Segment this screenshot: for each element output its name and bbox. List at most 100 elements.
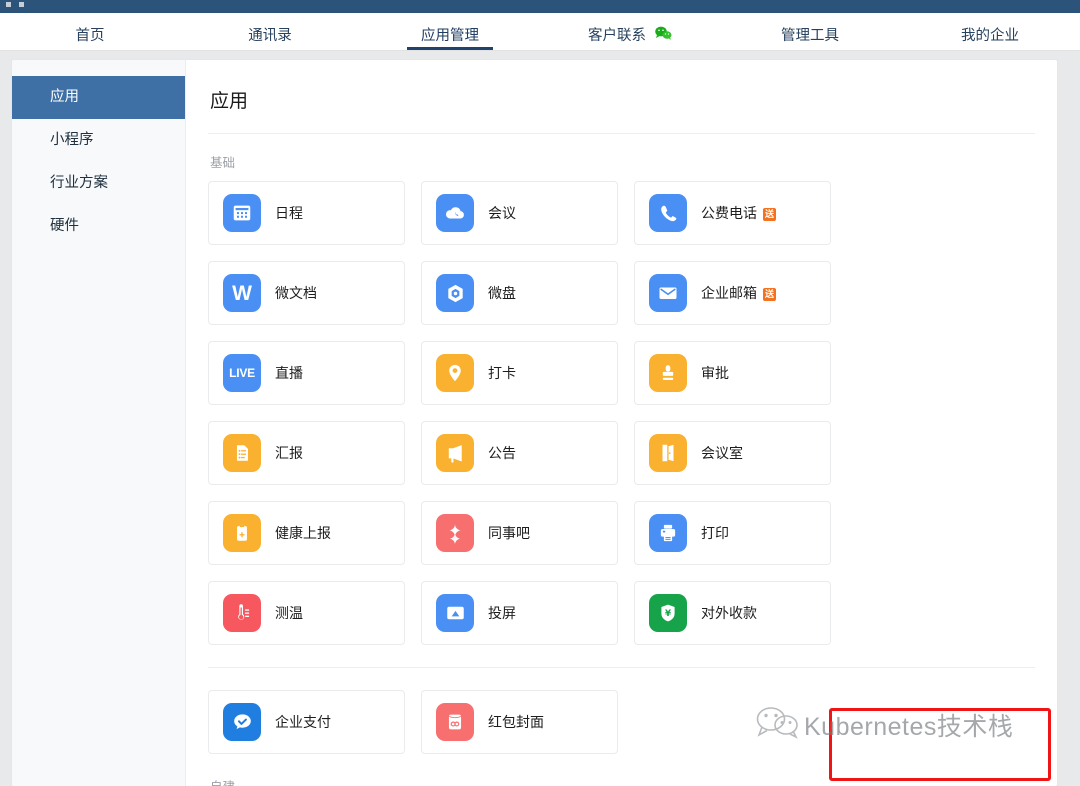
nav-tab-customer-contact[interactable]: 客户联系 [540,13,720,50]
app-card-external-payment[interactable]: ¥ 对外收款 [634,581,831,645]
app-grid-payments: 企业支付 红包封面 [208,690,1035,754]
stamp-icon [649,354,687,392]
app-name: 打卡 [488,363,516,383]
sidebar-item-apps[interactable]: 应用 [12,76,185,119]
printer-icon [649,514,687,552]
sidebar-item-label: 应用 [50,89,79,105]
report-icon [223,434,261,472]
colleague-icon [436,514,474,552]
disk-icon [436,274,474,312]
app-name: 会议 [488,203,516,223]
nav-tab-label: 首页 [76,24,105,45]
wechat-pay-icon [223,703,261,741]
thermometer-icon [223,594,261,632]
app-grid-basic: 日程 会议 公费电话 送 [208,181,1035,645]
shield-yuan-icon: ¥ [649,594,687,632]
calendar-icon [223,194,261,232]
sidebar-item-label: 硬件 [50,218,79,234]
app-name: 公告 [488,443,516,463]
nav-tabs: 首页 通讯录 应用管理 客户联系 [0,13,1080,50]
page-title: 应用 [208,60,1035,133]
app-name: 审批 [701,363,729,383]
nav-tab-home[interactable]: 首页 [0,13,180,50]
window-controls [6,2,24,7]
window-title-bar [0,0,1080,13]
app-card-company-phone[interactable]: 公费电话 送 [634,181,831,245]
app-name: 日程 [275,203,303,223]
nav-tab-label: 客户联系 [588,24,646,45]
app-name: 对外收款 [701,603,757,623]
app-name: 企业支付 [275,712,331,732]
app-card-announcement[interactable]: 公告 [421,421,618,485]
app-card-redpacket-cover[interactable]: 红包封面 [421,690,618,754]
app-card-report[interactable]: 汇报 [208,421,405,485]
nav-tab-contacts[interactable]: 通讯录 [180,13,360,50]
page-body: 应用 小程序 行业方案 硬件 应用 基础 [0,51,1080,781]
app-card-wedoc[interactable]: W 微文档 [208,261,405,325]
app-name: 微盘 [488,283,516,303]
gift-badge: 送 [763,288,776,301]
sidebar: 应用 小程序 行业方案 硬件 [12,60,186,786]
content-shell: 应用 小程序 行业方案 硬件 应用 基础 [12,60,1057,786]
main-content: 应用 基础 日程 会议 [186,60,1057,786]
app-name: 企业邮箱 送 [701,283,776,303]
app-card-enterprise-mail[interactable]: 企业邮箱 送 [634,261,831,325]
app-card-health-report[interactable]: 健康上报 [208,501,405,565]
wechat-icon [655,26,672,44]
app-name: 测温 [275,603,303,623]
app-card-meeting-room[interactable]: 会议室 [634,421,831,485]
sidebar-item-label: 小程序 [50,132,94,148]
live-icon: LIVE [223,354,261,392]
phone-icon [649,194,687,232]
cloud-phone-icon [436,194,474,232]
nav-tab-label: 应用管理 [421,24,479,45]
w-doc-icon: W [223,274,261,312]
app-name: 公费电话 送 [701,203,776,223]
app-card-colleague-bar[interactable]: 同事吧 [421,501,618,565]
svg-text:¥: ¥ [665,609,671,619]
group-divider [208,667,1035,668]
sidebar-item-miniprograms[interactable]: 小程序 [12,119,185,162]
gift-badge: 送 [763,208,776,221]
app-name: 微文档 [275,283,317,303]
nav-tab-my-enterprise[interactable]: 我的企业 [900,13,1080,50]
megaphone-icon [436,434,474,472]
app-name: 汇报 [275,443,303,463]
nav-tab-label: 我的企业 [961,24,1019,45]
door-icon [649,434,687,472]
cast-icon [436,594,474,632]
app-card-print[interactable]: 打印 [634,501,831,565]
health-icon [223,514,261,552]
nav-tab-admin-tools[interactable]: 管理工具 [720,13,900,50]
app-name: 同事吧 [488,523,530,543]
app-name: 健康上报 [275,523,331,543]
app-card-meeting[interactable]: 会议 [421,181,618,245]
app-name: 直播 [275,363,303,383]
group-label-basic: 基础 [208,134,1035,181]
app-card-approval[interactable]: 审批 [634,341,831,405]
w-letter: W [232,283,252,304]
app-card-wedrive[interactable]: 微盘 [421,261,618,325]
app-card-checkin[interactable]: 打卡 [421,341,618,405]
nav-tab-label: 管理工具 [781,24,839,45]
app-card-enterprise-pay[interactable]: 企业支付 [208,690,405,754]
scrollbar-track[interactable] [1069,51,1080,781]
app-name: 打印 [701,523,729,543]
location-icon [436,354,474,392]
sidebar-item-industry-solutions[interactable]: 行业方案 [12,162,185,205]
group-label-selfbuilt: 自建 [208,754,1035,786]
sidebar-item-hardware[interactable]: 硬件 [12,205,185,248]
app-card-calendar[interactable]: 日程 [208,181,405,245]
mail-icon [649,274,687,312]
app-name: 会议室 [701,443,743,463]
nav-tab-label: 通讯录 [248,24,292,45]
sidebar-item-label: 行业方案 [50,175,108,191]
redpacket-icon [436,703,474,741]
app-card-live[interactable]: LIVE 直播 [208,341,405,405]
app-name: 红包封面 [488,712,544,732]
nav-tab-app-management[interactable]: 应用管理 [360,13,540,50]
app-card-temperature[interactable]: 测温 [208,581,405,645]
app-card-screencast[interactable]: 投屏 [421,581,618,645]
top-navigation-bar: 首页 通讯录 应用管理 客户联系 [0,13,1080,51]
live-letters: LIVE [229,366,255,380]
